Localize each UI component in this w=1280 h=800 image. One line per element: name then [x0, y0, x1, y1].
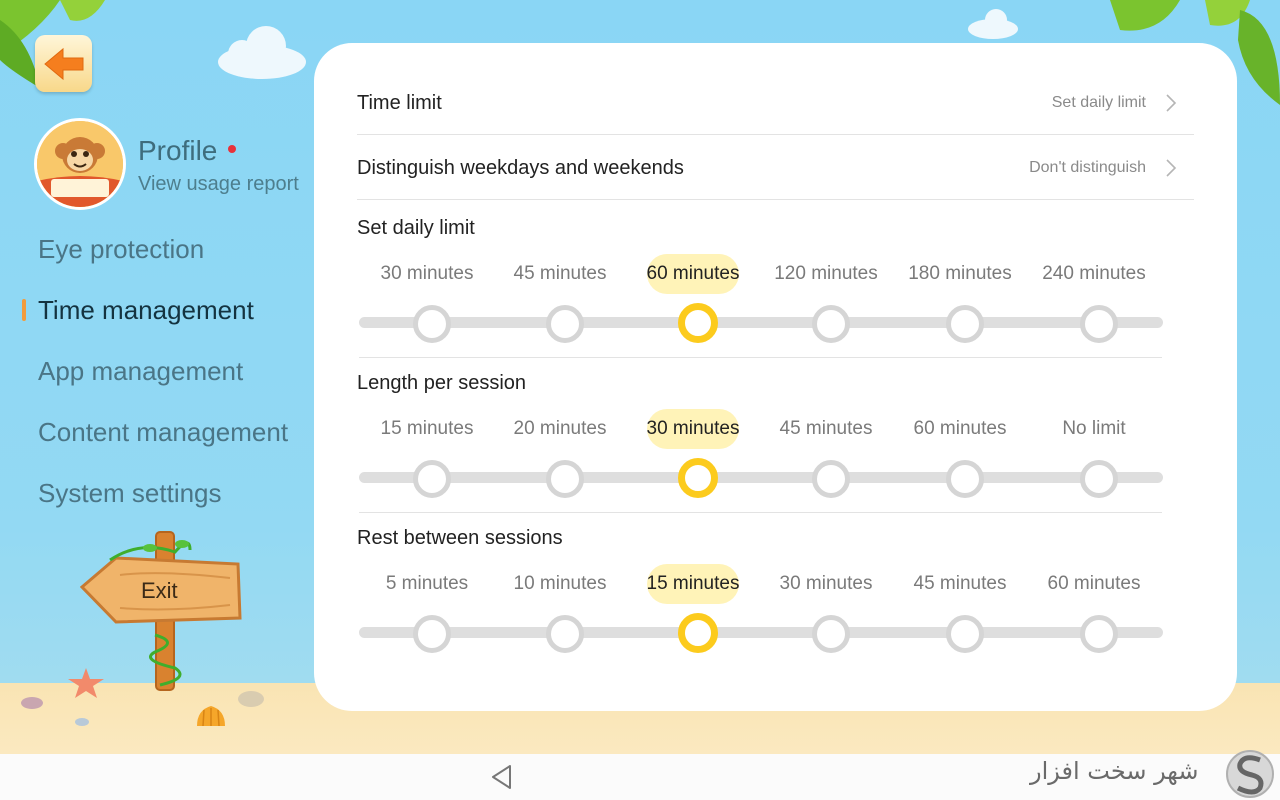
slider-knob-selected[interactable] [678, 458, 718, 498]
slider-knob[interactable] [546, 460, 584, 498]
pebble-decoration [21, 697, 43, 709]
distinguish-weekdays-value: Don't distinguish [1029, 159, 1146, 176]
slider-knob[interactable] [546, 305, 584, 343]
set-daily-limit-slider-track[interactable] [359, 317, 1163, 328]
distinguish-weekdays-label: Distinguish weekdays and weekends [357, 157, 684, 179]
length-per-session-option[interactable]: 15 minutes [367, 410, 487, 448]
slider-knob-selected[interactable] [678, 613, 718, 653]
sidebar-item-eye-protection[interactable]: Eye protection [38, 234, 204, 265]
divider [359, 357, 1162, 358]
rest-between-sessions-slider-track[interactable] [359, 627, 1163, 638]
slider-knob-selected[interactable] [678, 303, 718, 343]
slider-knob[interactable] [413, 615, 451, 653]
profile-title[interactable]: Profile [138, 135, 217, 167]
avatar[interactable] [34, 118, 126, 210]
sidebar-item-content-management[interactable]: Content management [38, 417, 288, 448]
watermark-logo-icon [1226, 750, 1274, 798]
chevron-right-icon [1166, 94, 1177, 112]
active-indicator [22, 299, 26, 321]
slider-knob[interactable] [812, 615, 850, 653]
length-per-session-slider-track[interactable] [359, 472, 1163, 483]
length-per-session-option[interactable]: 45 minutes [766, 410, 886, 448]
length-per-session-label: Length per session [357, 372, 527, 394]
length-per-session-option[interactable]: No limit [1034, 410, 1154, 448]
length-per-session-option[interactable]: 60 minutes [900, 410, 1020, 448]
slider-knob[interactable] [946, 305, 984, 343]
sidebar-item-time-management[interactable]: Time management [38, 295, 254, 326]
sidebar-item-app-management[interactable]: App management [38, 356, 243, 387]
time-limit-value: Set daily limit [1051, 94, 1146, 111]
slider-knob[interactable] [1080, 460, 1118, 498]
set-daily-limit-option[interactable]: 240 minutes [1034, 255, 1154, 293]
time-limit-label: Time limit [357, 92, 442, 114]
set-daily-limit-label: Set daily limit [357, 217, 475, 239]
rest-between-sessions-option[interactable]: 30 minutes [766, 565, 886, 603]
exit-signpost[interactable] [80, 530, 245, 695]
divider [359, 512, 1162, 513]
set-daily-limit-option[interactable]: 180 minutes [900, 255, 1020, 293]
slider-knob[interactable] [1080, 615, 1118, 653]
exit-label[interactable]: Exit [141, 578, 178, 604]
sidebar-item-system-settings[interactable]: System settings [38, 478, 222, 509]
slider-knob[interactable] [1080, 305, 1118, 343]
pebble-decoration [75, 718, 89, 726]
shell-decoration [197, 706, 225, 727]
divider [357, 199, 1194, 200]
rest-between-sessions-option[interactable]: 45 minutes [900, 565, 1020, 603]
watermark-text: شهر سخت افزار [1030, 757, 1199, 785]
distinguish-weekdays-row[interactable]: Distinguish weekdays and weekends Don't … [357, 136, 1194, 200]
slider-knob[interactable] [413, 460, 451, 498]
slider-knob[interactable] [812, 305, 850, 343]
set-daily-limit-option[interactable]: 30 minutes [367, 255, 487, 293]
slider-knob[interactable] [812, 460, 850, 498]
rest-between-sessions-option[interactable]: 5 minutes [367, 565, 487, 603]
slider-knob[interactable] [946, 615, 984, 653]
rest-between-sessions-option[interactable]: 10 minutes [500, 565, 620, 603]
slider-knob[interactable] [946, 460, 984, 498]
rest-between-sessions-label: Rest between sessions [357, 527, 563, 549]
set-daily-limit-option[interactable]: 120 minutes [766, 255, 886, 293]
length-per-session-option[interactable]: 20 minutes [500, 410, 620, 448]
set-daily-limit-option[interactable]: 60 minutes [633, 255, 753, 293]
view-usage-report-link[interactable]: View usage report [138, 173, 299, 196]
divider [357, 134, 1194, 135]
slider-knob[interactable] [546, 615, 584, 653]
time-limit-row[interactable]: Time limit Set daily limit [357, 71, 1194, 135]
monkey-avatar-icon [37, 121, 123, 207]
chevron-right-icon [1166, 159, 1177, 177]
arrow-left-icon [43, 47, 83, 80]
rest-between-sessions-option[interactable]: 15 minutes [633, 565, 753, 603]
back-button[interactable] [35, 35, 92, 92]
notification-dot [228, 145, 236, 153]
cloud-decoration [968, 9, 1018, 39]
cloud-decoration [218, 26, 306, 79]
length-per-session-option[interactable]: 30 minutes [633, 410, 753, 448]
set-daily-limit-option[interactable]: 45 minutes [500, 255, 620, 293]
nav-back-icon[interactable] [489, 763, 515, 791]
slider-knob[interactable] [413, 305, 451, 343]
rest-between-sessions-option[interactable]: 60 minutes [1034, 565, 1154, 603]
